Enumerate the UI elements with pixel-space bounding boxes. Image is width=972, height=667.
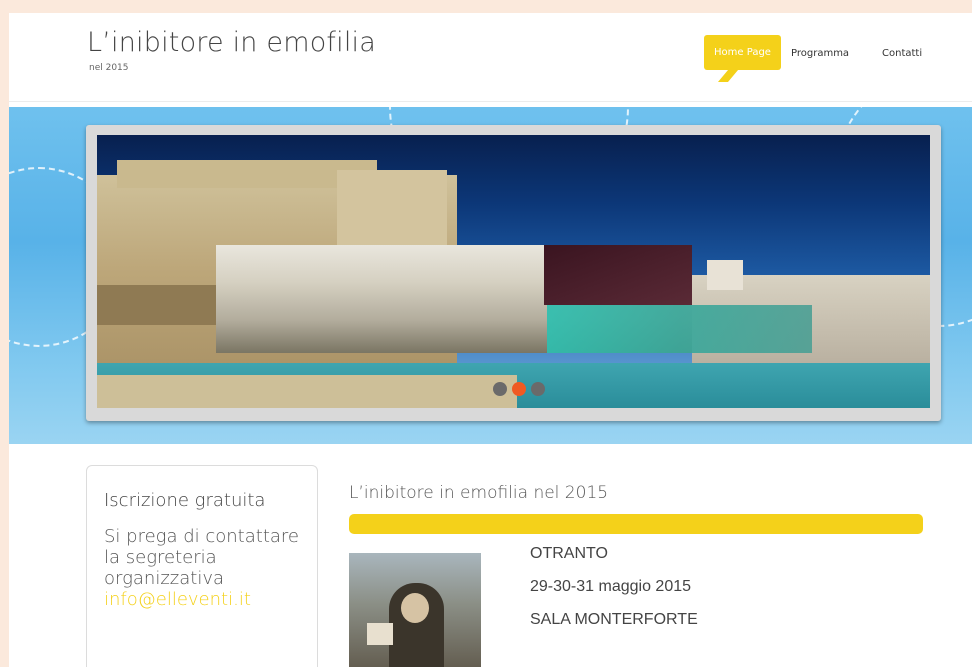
nav-contatti[interactable]: Contatti xyxy=(882,48,922,59)
event-dates: 29-30-31 maggio 2015 xyxy=(530,578,692,595)
registration-box: Iscrizione gratuita Si prega di contatta… xyxy=(86,465,318,667)
slider-dot[interactable] xyxy=(531,382,545,396)
site-title[interactable]: L’inibitore in emofilia xyxy=(87,27,376,58)
tower-shape xyxy=(337,170,447,250)
event-venue: SALA MONTERFORTE xyxy=(530,611,698,628)
site-subtitle: nel 2015 xyxy=(89,63,129,73)
registration-text: Si prega di contattare la segreteria org… xyxy=(104,526,304,610)
content-title: L’inibitore in emofilia nel 2015 xyxy=(349,483,609,503)
nav-home-pointer xyxy=(717,70,739,82)
email-link[interactable]: info@elleventi.it xyxy=(104,589,251,610)
figure-face xyxy=(401,593,429,623)
registration-message: Si prega di contattare la segreteria org… xyxy=(104,526,299,589)
event-location: OTRANTO xyxy=(530,545,608,562)
slider-frame xyxy=(86,125,941,421)
building-shape xyxy=(707,260,743,290)
nav-home-page[interactable]: Home Page xyxy=(704,35,781,70)
banner xyxy=(9,107,972,444)
figure-book xyxy=(367,623,393,645)
rock-cave xyxy=(544,245,692,305)
slider-dots xyxy=(493,382,545,396)
quay-shape xyxy=(97,375,517,408)
registration-title: Iscrizione gratuita xyxy=(104,490,266,511)
nav-programma[interactable]: Programma xyxy=(791,48,849,59)
saint-image xyxy=(349,553,481,667)
header-divider xyxy=(9,101,972,102)
slider-dot-active[interactable] xyxy=(512,382,526,396)
title-underline-bar xyxy=(349,514,923,534)
page: L’inibitore in emofilia nel 2015 Home Pa… xyxy=(9,13,972,667)
rock-water xyxy=(547,305,812,353)
slider-dot[interactable] xyxy=(493,382,507,396)
slider-image[interactable] xyxy=(97,135,930,408)
